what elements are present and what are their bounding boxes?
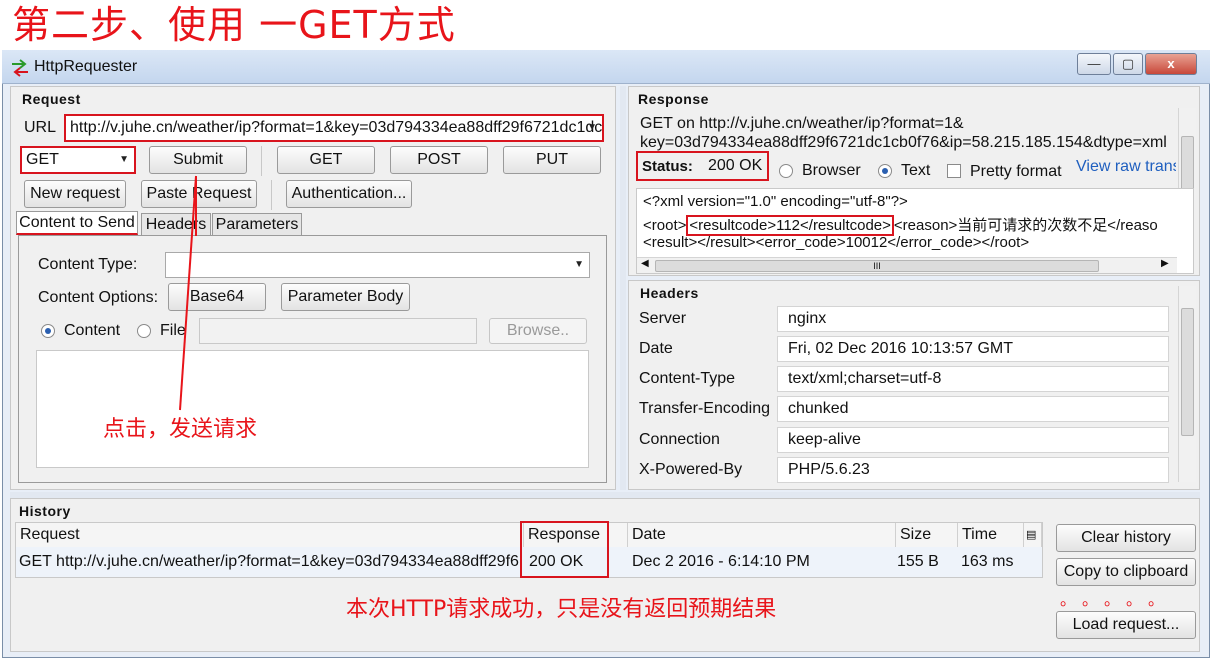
content-textarea[interactable] (36, 350, 589, 468)
content-radio[interactable] (41, 324, 55, 338)
scroll-left-icon[interactable]: ◀ (641, 258, 649, 269)
history-time: 163 ms (961, 553, 1014, 570)
response-request-line-1: GET on http://v.juhe.cn/weather/ip?forma… (640, 115, 964, 132)
chevron-down-icon[interactable]: ▼ (574, 253, 584, 277)
response-header: Response (638, 91, 709, 107)
divider (271, 180, 272, 210)
content-type-select[interactable]: ▼ (165, 252, 590, 278)
header-name-transfer-encoding: Transfer-Encoding (639, 400, 771, 417)
body-hscrollbar[interactable]: ◀ III ▶ (637, 257, 1177, 273)
header-value-connection: keep-alive (777, 427, 1169, 453)
authentication-button[interactable]: Authentication... (286, 180, 412, 208)
url-value: http://v.juhe.cn/weather/ip?format=1&key… (70, 119, 603, 136)
title-bar (2, 50, 1210, 84)
annotation-arrow (179, 175, 197, 411)
content-radio-label: Content (64, 322, 121, 339)
response-scrollbar[interactable] (1178, 108, 1196, 200)
method-select[interactable]: GET ▼ (20, 146, 136, 174)
response-request-line-2: key=03d794334ea88dff29f6721dc1cb0f76&ip=… (640, 134, 1167, 151)
request-header: Request (22, 91, 81, 107)
maximize-button[interactable]: ▢ (1113, 53, 1143, 75)
resultcode-highlight: <resultcode>112</resultcode> (686, 215, 894, 236)
body-line-1: <?xml version="1.0" encoding="utf-8"?> (643, 193, 908, 210)
header-value-x-powered-by: PHP/5.6.23 (777, 457, 1169, 483)
response-body[interactable]: <?xml version="1.0" encoding="utf-8"?> <… (636, 188, 1194, 274)
new-request-button[interactable]: New request (24, 180, 126, 208)
minimize-button[interactable]: — (1077, 53, 1111, 75)
url-label: URL (24, 119, 57, 136)
header-value-content-type: text/xml;charset=utf-8 (777, 366, 1169, 392)
annotation-dots: 。。。。。 (1060, 592, 1179, 609)
window-title: HttpRequester (34, 58, 138, 75)
scroll-thumb[interactable] (1181, 136, 1194, 196)
headers-scrollbar[interactable] (1178, 286, 1196, 482)
header-name-date: Date (639, 340, 673, 357)
history-size: 155 B (897, 553, 939, 570)
file-radio[interactable] (137, 324, 151, 338)
parameter-body-button[interactable]: Parameter Body (281, 283, 410, 311)
file-path-input[interactable] (199, 318, 477, 344)
copy-to-clipboard-button[interactable]: Copy to clipboard (1056, 558, 1196, 586)
body-reason: <reason>当前可请求的次数不足</reaso (893, 217, 1158, 234)
request-annotation: 点击，发送请求 (103, 417, 258, 442)
column-picker-icon[interactable]: ▤ (1024, 523, 1042, 547)
status-box: Status: 200 OK (636, 151, 769, 181)
body-line-2: <root> <resultcode>112</resultcode> <reaso… (643, 214, 1158, 236)
clear-history-button[interactable]: Clear history (1056, 524, 1196, 552)
chevron-down-icon[interactable]: ▼ (119, 148, 129, 172)
tab-parameters[interactable]: Parameters (212, 213, 302, 235)
post-button[interactable]: POST (390, 146, 488, 174)
browser-radio-label: Browser (802, 162, 861, 179)
history-date: Dec 2 2016 - 6:14:10 PM (632, 553, 810, 570)
browser-radio[interactable] (779, 164, 793, 178)
history-annotation: 本次HTTP请求成功，只是没有返回预期结果 (346, 597, 777, 622)
body-line-3: <result></result><error_code>10012</erro… (643, 234, 1030, 251)
load-request-button[interactable]: Load request... (1056, 611, 1196, 639)
app-icon (10, 58, 30, 78)
get-button[interactable]: GET (277, 146, 375, 174)
status-value: 200 OK (708, 157, 763, 174)
header-value-transfer-encoding: chunked (777, 396, 1169, 422)
scroll-thumb[interactable] (1181, 308, 1194, 436)
hscroll-thumb[interactable]: III (655, 260, 1099, 272)
content-type-label: Content Type: (38, 256, 138, 273)
chevron-down-icon[interactable]: ▼ (587, 116, 597, 140)
headers-header: Headers (640, 285, 699, 301)
vertical-splitter[interactable] (620, 86, 626, 490)
header-name-x-powered-by: X-Powered-By (639, 461, 743, 478)
col-request[interactable]: Request (16, 523, 524, 547)
method-value: GET (26, 151, 59, 168)
header-value-date: Fri, 02 Dec 2016 10:13:57 GMT (777, 336, 1169, 362)
col-time[interactable]: Time (958, 523, 1024, 547)
url-input[interactable]: http://v.juhe.cn/weather/ip?format=1&key… (64, 114, 604, 142)
close-button[interactable]: x (1145, 53, 1197, 75)
tab-content-to-send[interactable]: Content to Send (16, 211, 138, 235)
text-radio-label: Text (901, 162, 931, 179)
header-value-server: nginx (777, 306, 1169, 332)
pretty-format-checkbox[interactable] (947, 164, 961, 178)
text-radio[interactable] (878, 164, 892, 178)
header-name-connection: Connection (639, 431, 720, 448)
header-name-server: Server (639, 310, 687, 327)
pretty-format-label: Pretty format (970, 163, 1062, 180)
header-name-content-type: Content-Type (639, 370, 736, 387)
browse-button[interactable]: Browse.. (489, 318, 587, 344)
divider (261, 146, 262, 176)
col-size[interactable]: Size (896, 523, 958, 547)
body-root-open: <root> (643, 217, 687, 234)
put-button[interactable]: PUT (503, 146, 601, 174)
history-header: History (19, 503, 71, 519)
view-raw-link[interactable]: View raw trans (1076, 158, 1176, 176)
content-options-label: Content Options: (38, 289, 159, 306)
history-request: GET http://v.juhe.cn/weather/ip?format=1… (19, 553, 519, 570)
response-column-highlight (520, 521, 609, 578)
status-label: Status: (642, 158, 693, 175)
col-date[interactable]: Date (628, 523, 896, 547)
scroll-right-icon[interactable]: ▶ (1161, 258, 1169, 269)
headers-table: Server nginx Date Fri, 02 Dec 2016 10:13… (634, 304, 1174, 484)
page-title: 第二步、使用 一GET方式 (12, 3, 456, 47)
